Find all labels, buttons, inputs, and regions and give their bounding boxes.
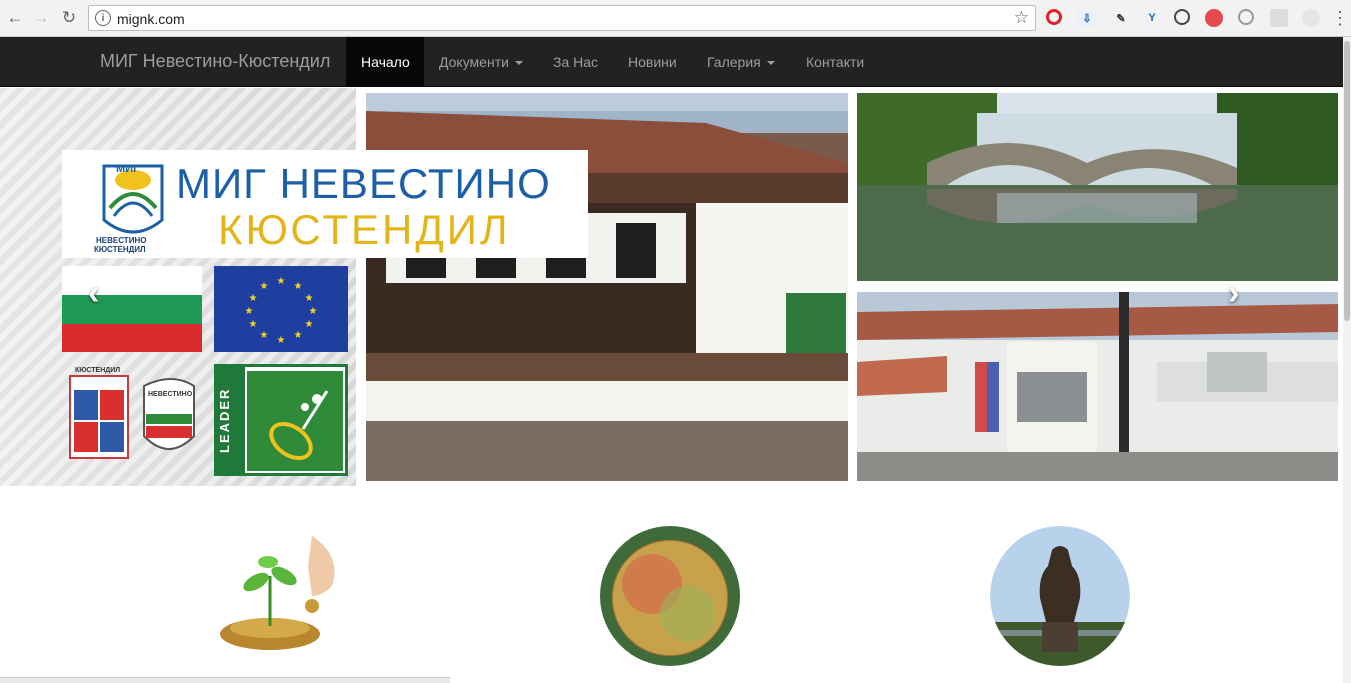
svg-text:★: ★ [249,319,258,330]
nav-label: Начало [361,54,410,70]
profile-extension-icon[interactable] [1302,9,1320,27]
svg-text:★: ★ [245,306,254,317]
nav-label: Новини [628,54,677,70]
logo-title: МИГ НЕВЕСТИНО [176,160,551,207]
eu-flag-icon: ★ ★ ★ ★ ★ ★ ★ ★ ★ ★ ★ ★ [214,266,348,352]
info-icon[interactable]: i [95,10,111,26]
site-navbar: МИГ Невестино-Кюстендил Начало Документи… [0,37,1343,87]
nav-item-about[interactable]: За Нас [538,37,613,87]
badge-line1: НЕВЕСТИНО [96,236,147,245]
nav-item-home[interactable]: Начало [346,37,424,87]
compass-extension-icon[interactable] [1238,9,1254,25]
opera-extension-icon[interactable] [1046,9,1062,25]
download-extension-icon[interactable]: ⇩ [1078,9,1096,27]
svg-text:★: ★ [260,281,269,292]
reload-icon[interactable]: ↻ [58,7,80,29]
svg-text:★: ★ [305,293,314,304]
svg-text:★: ★ [260,330,269,341]
svg-text:★: ★ [294,281,303,292]
back-icon[interactable]: ← [4,7,26,29]
page-scrollbar[interactable] [1343,37,1351,683]
carousel-prev-icon[interactable]: ‹ [88,274,99,313]
scrollbar-thumb[interactable] [1344,41,1350,321]
svg-text:★: ★ [305,319,314,330]
bulgarian-flag-icon [62,266,202,352]
svg-text:★: ★ [294,330,303,341]
nav-item-gallery[interactable]: Галерия [692,37,790,87]
bridge-photo [857,93,1338,281]
caret-down-icon [766,61,775,66]
browser-toolbar: ← → ↻ i mignk.com ☆ ⇩ ✎ Y ⋮ [0,0,1351,37]
nav-label: Галерия [707,54,761,70]
pen-extension-icon[interactable]: ✎ [1112,9,1130,27]
leader-label: LEADER [217,367,245,473]
logo-subtitle: КЮСТЕНДИЛ [218,206,511,253]
status-bar [0,677,450,683]
svg-text:★: ★ [277,276,286,287]
badge-top-text: МИГ [116,163,140,175]
url-text[interactable]: mignk.com [117,11,185,27]
nav-label: Документи [439,54,509,70]
municipal-crests: КЮСТЕНДИЛ НЕВЕСТИНО [62,364,202,474]
crest-label: КЮСТЕНДИЛ [75,367,121,374]
nav-item-documents[interactable]: Документи [424,37,538,87]
nav-item-contacts[interactable]: Контакти [791,37,879,87]
site-brand[interactable]: МИГ Невестино-Кюстендил [100,51,330,72]
nav-label: Контакти [806,54,865,70]
grid-extension-icon[interactable] [1270,9,1288,27]
lag-logo: МИГ НЕВЕСТИНО КЮСТЕНДИЛ МИГ НЕВЕСТИНО КЮ… [62,150,588,258]
hero-carousel: МИГ НЕВЕСТИНО КЮСТЕНДИЛ МИГ НЕВЕСТИНО КЮ… [0,88,1343,486]
money-plant-image[interactable] [212,526,352,666]
monument-image[interactable] [990,526,1130,666]
town-hall-photo [857,292,1338,481]
address-bar[interactable]: i mignk.com ☆ [88,5,1036,31]
browser-menu-icon[interactable]: ⋮ [1331,8,1349,28]
caret-down-icon [514,61,523,66]
badge-line2: КЮСТЕНДИЛ [94,245,146,254]
nav-item-news[interactable]: Новини [613,37,692,87]
forward-icon[interactable]: → [30,7,52,29]
crest2-label: НЕВЕСТИНО [148,391,193,398]
svg-text:★: ★ [249,293,258,304]
lips-extension-icon[interactable] [1205,9,1223,27]
vpn-extension-icon[interactable]: Y [1143,9,1161,27]
carousel-next-icon[interactable]: › [1228,274,1239,313]
fruit-sculpture-image[interactable] [600,526,740,666]
nav-label: За Нас [553,54,599,70]
svg-text:★: ★ [277,335,286,346]
sync-extension-icon[interactable] [1174,9,1190,25]
bookmark-star-icon[interactable]: ☆ [1014,8,1029,28]
svg-text:★: ★ [309,306,318,317]
leader-logo: LEADER [214,364,348,476]
